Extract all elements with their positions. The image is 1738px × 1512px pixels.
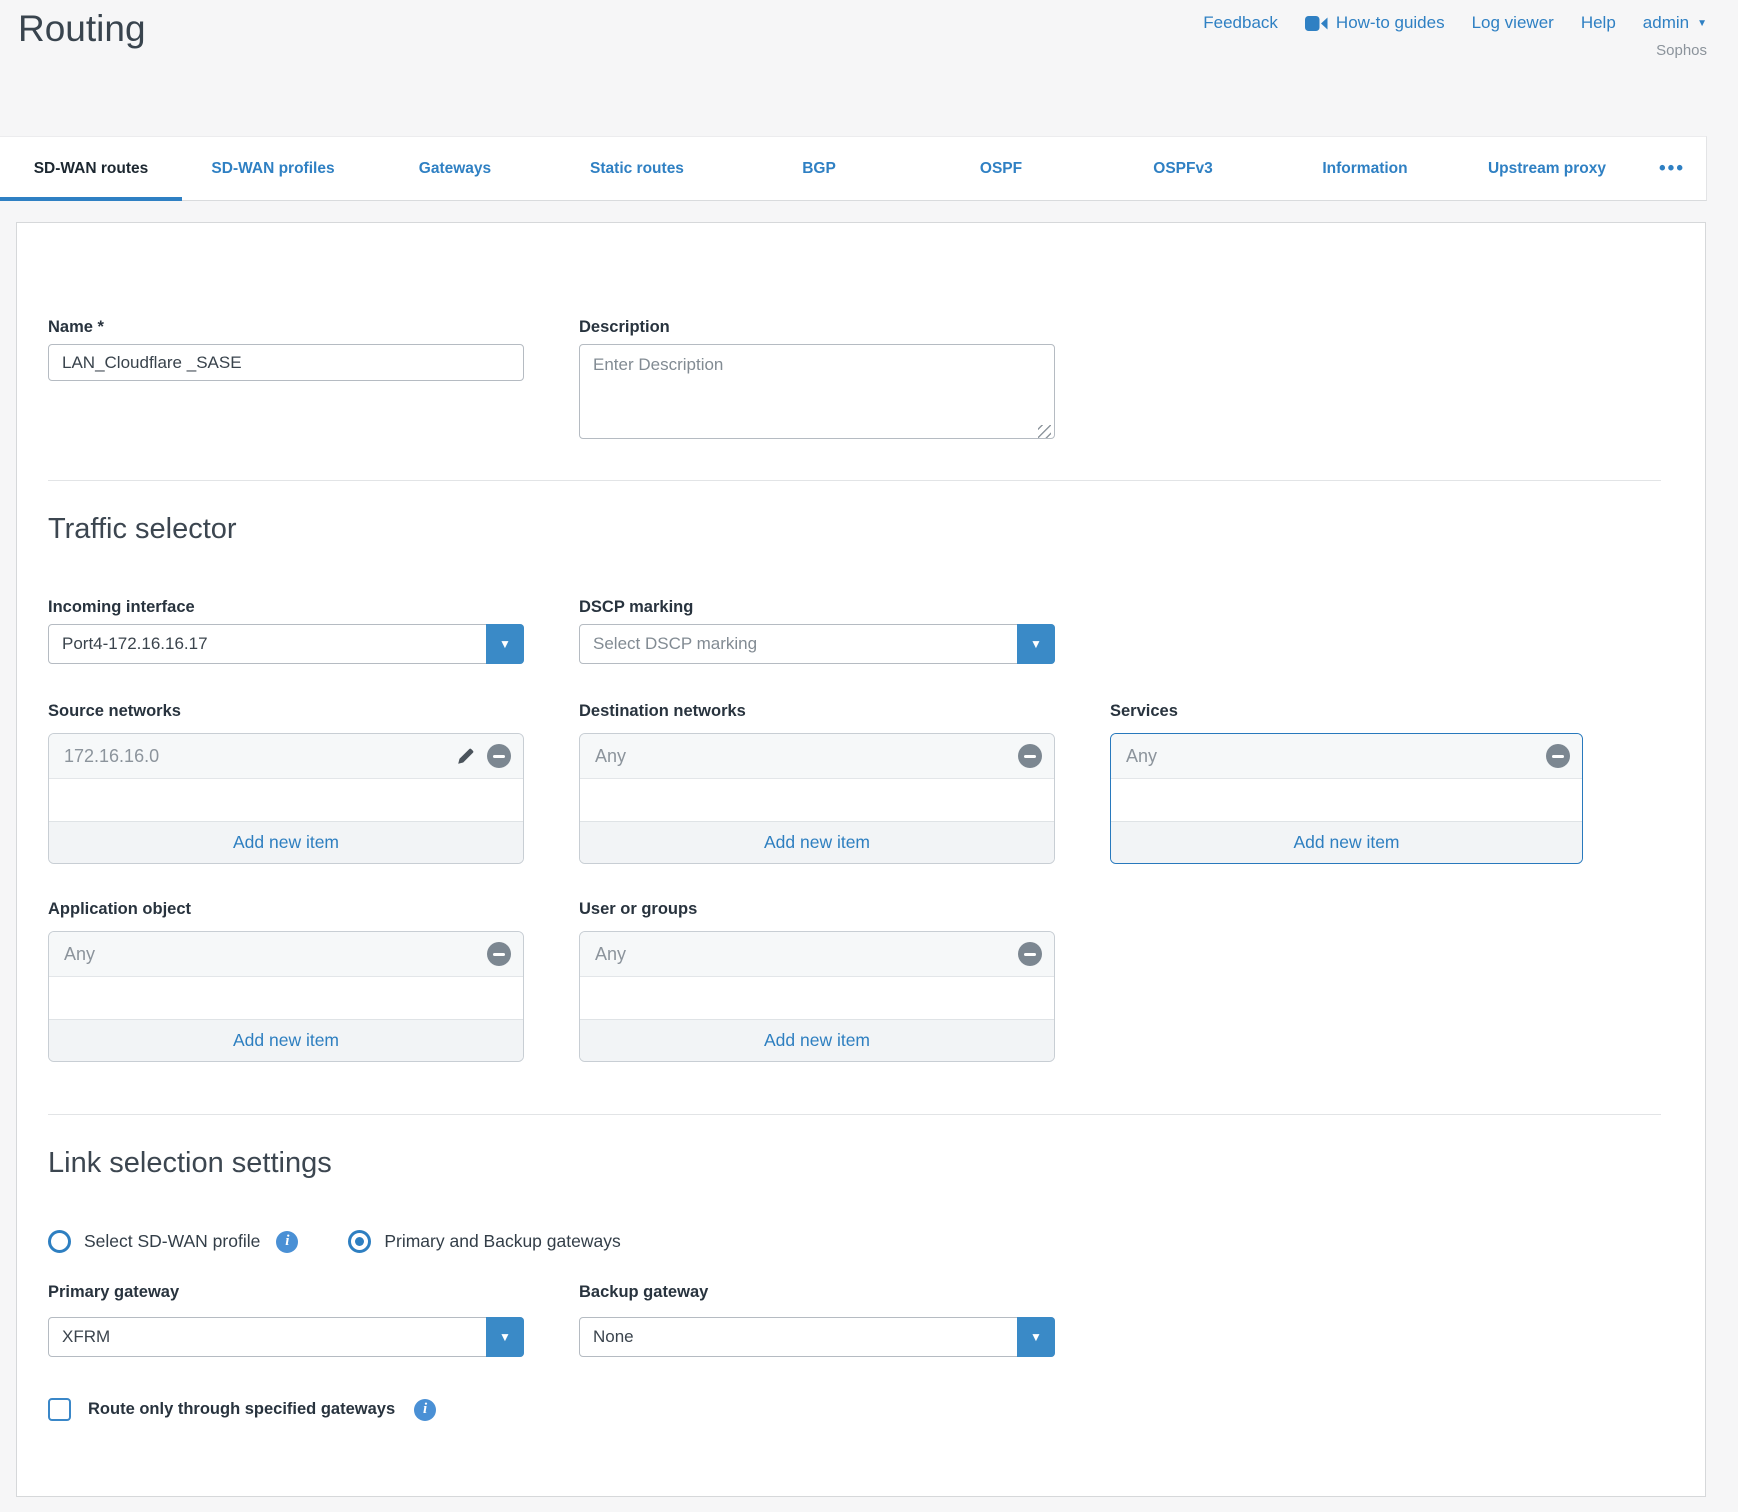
chevron-down-icon[interactable]: ▼ — [486, 624, 524, 664]
source-networks-label: Source networks — [48, 702, 524, 721]
route-only-row: Route only through specified gateways i — [48, 1398, 436, 1421]
application-object-label: Application object — [48, 900, 524, 919]
list-empty-area — [1111, 779, 1582, 821]
chevron-down-icon: ▼ — [1697, 18, 1707, 29]
backup-gateway-label: Backup gateway — [579, 1283, 1055, 1302]
general-row: Name * Description — [48, 318, 1055, 444]
link-selection-heading: Link selection settings — [48, 1147, 332, 1180]
route-only-checkbox-label[interactable]: Route only through specified gateways — [88, 1400, 395, 1419]
add-service-button[interactable]: Add new item — [1111, 821, 1582, 863]
application-row: Application object Any Add new item User… — [48, 900, 1055, 1062]
source-networks-listbox: 172.16.16.0 Add new item — [48, 733, 524, 864]
remove-item-icon[interactable] — [487, 942, 511, 966]
chevron-down-icon[interactable]: ▼ — [1017, 624, 1055, 664]
user-groups-label: User or groups — [579, 900, 1055, 919]
tab-gateways[interactable]: Gateways — [364, 137, 546, 200]
name-input[interactable] — [48, 344, 524, 381]
tab-bgp[interactable]: BGP — [728, 137, 910, 200]
chevron-down-icon[interactable]: ▼ — [486, 1317, 524, 1357]
page-header: Routing Feedback How-to guides Log viewe… — [0, 0, 1738, 136]
tab-ospfv3[interactable]: OSPFv3 — [1092, 137, 1274, 200]
name-label: Name * — [48, 318, 524, 337]
backup-gateway-dropdown[interactable]: None ▼ — [579, 1317, 1055, 1357]
traffic-selector-heading: Traffic selector — [48, 513, 237, 546]
tab-ospf[interactable]: OSPF — [910, 137, 1092, 200]
info-icon[interactable]: i — [414, 1399, 436, 1421]
list-item: Any — [580, 734, 1054, 779]
sd-wan-profile-radio-label[interactable]: Select SD-WAN profile — [84, 1231, 260, 1252]
info-icon[interactable]: i — [276, 1231, 298, 1253]
list-item: Any — [1111, 734, 1582, 779]
tab-information[interactable]: Information — [1274, 137, 1456, 200]
help-link[interactable]: Help — [1581, 13, 1616, 33]
tab-static-routes[interactable]: Static routes — [546, 137, 728, 200]
destination-networks-label: Destination networks — [579, 702, 1055, 721]
add-destination-network-button[interactable]: Add new item — [580, 821, 1054, 863]
list-empty-area — [49, 779, 523, 821]
section-divider — [48, 1114, 1661, 1115]
video-camera-icon — [1305, 16, 1328, 31]
primary-backup-radio-label[interactable]: Primary and Backup gateways — [384, 1231, 620, 1252]
howto-guides-link[interactable]: How-to guides — [1305, 13, 1445, 33]
sd-wan-route-form-card: Name * Description Traffic selector Inco… — [16, 222, 1706, 1497]
add-application-button[interactable]: Add new item — [49, 1019, 523, 1061]
list-item: Any — [49, 932, 523, 977]
remove-item-icon[interactable] — [1018, 942, 1042, 966]
tab-sd-wan-profiles[interactable]: SD-WAN profiles — [182, 137, 364, 200]
destination-networks-listbox: Any Add new item — [579, 733, 1055, 864]
primary-gateway-dropdown[interactable]: XFRM ▼ — [48, 1317, 524, 1357]
chevron-down-icon[interactable]: ▼ — [1017, 1317, 1055, 1357]
services-listbox: Any Add new item — [1110, 733, 1583, 864]
user-groups-listbox: Any Add new item — [579, 931, 1055, 1062]
tab-sd-wan-routes[interactable]: SD-WAN routes — [0, 137, 182, 200]
feedback-link[interactable]: Feedback — [1203, 13, 1278, 33]
interface-row: Incoming interface Port4-172.16.16.17 ▼ … — [48, 598, 1055, 664]
route-only-checkbox[interactable] — [48, 1398, 71, 1421]
link-mode-radio-group: Select SD-WAN profile i Primary and Back… — [48, 1230, 621, 1253]
description-label: Description — [579, 318, 1055, 337]
top-nav: Feedback How-to guides Log viewer Help a… — [1203, 13, 1707, 33]
sd-wan-profile-radio[interactable] — [48, 1230, 71, 1253]
description-textarea[interactable] — [579, 344, 1055, 439]
application-object-listbox: Any Add new item — [48, 931, 524, 1062]
add-source-network-button[interactable]: Add new item — [49, 821, 523, 863]
gateway-row: Primary gateway XFRM ▼ Backup gateway No… — [48, 1283, 1055, 1357]
admin-menu[interactable]: admin ▼ — [1643, 13, 1707, 33]
add-user-group-button[interactable]: Add new item — [580, 1019, 1054, 1061]
list-empty-area — [580, 977, 1054, 1019]
incoming-interface-dropdown[interactable]: Port4-172.16.16.17 ▼ — [48, 624, 524, 664]
list-item: Any — [580, 932, 1054, 977]
more-tabs-icon[interactable]: ••• — [1638, 137, 1706, 200]
edit-pencil-icon[interactable] — [455, 745, 477, 767]
remove-item-icon[interactable] — [487, 744, 511, 768]
dscp-marking-label: DSCP marking — [579, 598, 1055, 617]
brand-label: Sophos — [1656, 42, 1707, 59]
list-empty-area — [49, 977, 523, 1019]
tab-upstream-proxy[interactable]: Upstream proxy — [1456, 137, 1638, 200]
services-label: Services — [1110, 702, 1583, 721]
log-viewer-link[interactable]: Log viewer — [1472, 13, 1554, 33]
networks-row: Source networks 172.16.16.0 Add new item… — [48, 702, 1583, 864]
list-empty-area — [580, 779, 1054, 821]
incoming-interface-label: Incoming interface — [48, 598, 524, 617]
primary-backup-radio[interactable] — [348, 1230, 371, 1253]
dscp-marking-dropdown[interactable]: Select DSCP marking ▼ — [579, 624, 1055, 664]
list-item: 172.16.16.0 — [49, 734, 523, 779]
primary-gateway-label: Primary gateway — [48, 1283, 524, 1302]
section-divider — [48, 480, 1661, 481]
page-title: Routing — [18, 8, 146, 50]
remove-item-icon[interactable] — [1018, 744, 1042, 768]
remove-item-icon[interactable] — [1546, 744, 1570, 768]
routing-tabbar: SD-WAN routes SD-WAN profiles Gateways S… — [0, 136, 1707, 201]
